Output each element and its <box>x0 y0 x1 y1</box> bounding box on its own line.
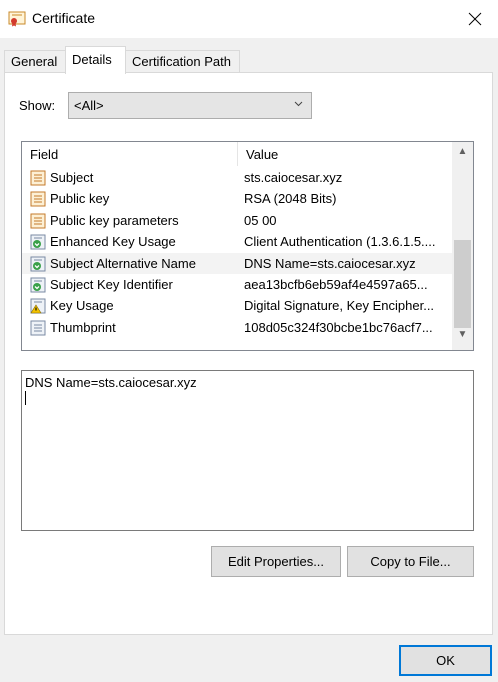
column-header-field[interactable]: Field <box>22 142 238 166</box>
list-header: Field Value <box>22 142 452 166</box>
row-value: 108d05c324f30bcbe1bc76acf7... <box>244 319 433 335</box>
row-field: Public key <box>50 191 110 207</box>
extension-icon <box>29 276 47 294</box>
row-field: Subject Alternative Name <box>50 255 196 271</box>
list-row[interactable]: Subject sts.caiocesar.xyz <box>22 167 452 188</box>
copy-to-file-button[interactable]: Copy to File... <box>347 546 474 577</box>
tab-certification-path[interactable]: Certification Path <box>125 50 240 73</box>
certificate-icon <box>8 11 26 27</box>
row-value: aea13bcfb6eb59af4e4597a65... <box>244 276 428 292</box>
row-value: Client Authentication (1.3.6.1.5.... <box>244 234 436 250</box>
scroll-thumb[interactable] <box>454 240 471 328</box>
title-bar: Certificate <box>0 0 498 38</box>
show-label: Show: <box>19 98 56 113</box>
critical-extension-icon <box>29 297 47 315</box>
close-button[interactable] <box>452 0 498 38</box>
extension-icon <box>29 255 47 273</box>
close-icon <box>468 12 482 26</box>
list-row[interactable]: Public key RSA (2048 Bits) <box>22 188 452 209</box>
row-field: Subject <box>50 170 94 185</box>
list-rows: Subject sts.caiocesar.xyz Public key RSA (2… <box>22 167 452 338</box>
row-field: Thumbprint <box>50 319 116 335</box>
row-value: DNS Name=sts.caiocesar.xyz <box>244 255 416 271</box>
details-panel: Show: <All> Field Value Subject sts.caioc… <box>4 72 493 635</box>
list-row[interactable]: Key Usage Digital Signature, Key Encipher… <box>22 295 452 316</box>
certificate-field-icon <box>29 212 47 230</box>
field-value-textbox[interactable]: DNS Name=sts.caiocesar.xyz <box>21 370 474 531</box>
fields-list[interactable]: Field Value Subject sts.caiocesar.xyz Publ… <box>21 141 474 351</box>
row-value: RSA (2048 Bits) <box>244 191 337 207</box>
list-row[interactable]: Enhanced Key Usage Client Authentication … <box>22 231 452 252</box>
certificate-field-icon <box>29 169 47 187</box>
field-value-text: DNS Name=sts.caiocesar.xyz <box>25 375 197 390</box>
text-caret <box>25 391 26 405</box>
list-row[interactable]: Thumbprint 108d05c324f30bcbe1bc76acf7... <box>22 317 452 338</box>
show-dropdown[interactable]: <All> <box>68 92 312 119</box>
row-value: 05 00 <box>244 212 277 228</box>
vertical-scrollbar[interactable]: ▲ ▼ <box>452 142 473 350</box>
row-value: Digital Signature, Key Encipher... <box>244 298 435 314</box>
scroll-down-icon[interactable]: ▼ <box>452 329 473 346</box>
window-title: Certificate <box>32 10 96 26</box>
row-field: Subject Key Identifier <box>50 276 173 292</box>
ok-button[interactable]: OK <box>399 645 492 676</box>
tab-general[interactable]: General <box>4 50 66 73</box>
list-row[interactable]: Public key parameters 05 00 <box>22 210 452 231</box>
extension-icon <box>29 233 47 251</box>
row-field: Key Usage <box>50 298 114 314</box>
row-value: sts.caiocesar.xyz <box>244 170 343 185</box>
certificate-field-icon <box>29 190 47 208</box>
property-icon <box>29 319 47 337</box>
edit-properties-button[interactable]: Edit Properties... <box>211 546 341 577</box>
tab-details[interactable]: Details <box>65 46 126 74</box>
chevron-down-icon <box>294 101 303 107</box>
row-field: Public key parameters <box>50 212 179 228</box>
show-dropdown-value: <All> <box>74 98 104 113</box>
list-row[interactable]: Subject Alternative Name DNS Name=sts.cai… <box>22 252 452 274</box>
row-field: Enhanced Key Usage <box>50 234 176 250</box>
list-row[interactable]: Subject Key Identifier aea13bcfb6eb59af4e… <box>22 274 452 295</box>
column-header-value[interactable]: Value <box>238 142 452 166</box>
scroll-up-icon[interactable]: ▲ <box>452 146 473 163</box>
